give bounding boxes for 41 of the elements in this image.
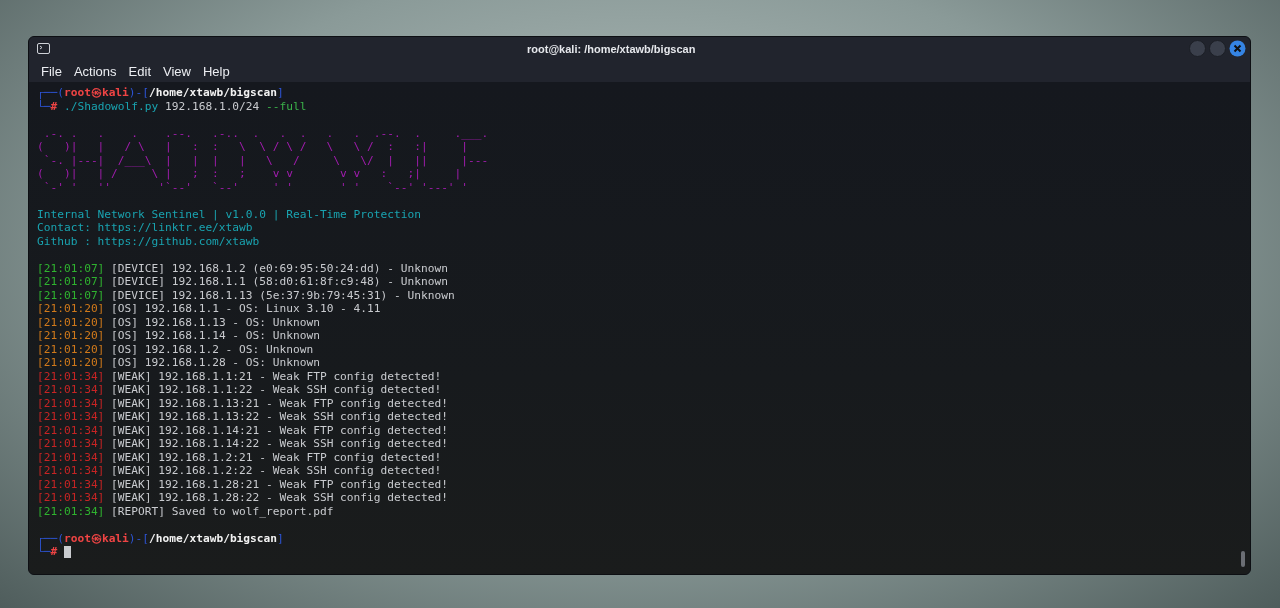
log-line: [21:01:20] [OS] 192.168.1.1 - OS: Linux 3.10 - 4.11: [37, 302, 381, 316]
log-line: [21:01:20] [OS] 192.168.1.2 - OS: Unknown: [37, 342, 314, 356]
menu-item[interactable]: View: [157, 63, 197, 79]
info-line: Internal Network Sentinel | v1.0.0 | Real-Time Protection: [37, 207, 421, 221]
log-line: [21:01:07] [DEVICE] 192.168.1.1 (58:d0:61:8f:c9:48) - Unknown: [37, 275, 448, 289]
info-line: Contact: https://linktr.ee/xtawb: [37, 221, 253, 235]
close-button[interactable]: [1229, 40, 1246, 57]
menu-item[interactable]: File: [35, 63, 68, 79]
prompt-line: ┌──(root㉿kali)-[/home/xtawb/bigscan]: [37, 531, 284, 545]
log-line: [21:01:34] [WEAK] 192.168.1.28:22 - Weak SSH config detected!: [37, 491, 448, 505]
menu-item[interactable]: Actions: [67, 63, 123, 79]
menu-item[interactable]: Help: [196, 63, 236, 79]
ascii-art-line: .-. . . . .--. .-.. . . . . . .--. . .___.: [42, 126, 489, 140]
log-line: [21:01:07] [DEVICE] 192.168.1.2 (e0:69:95:50:24:dd) - Unknown: [37, 261, 448, 275]
log-line: [21:01:34] [WEAK] 192.168.1.13:22 - Weak SSH config detected!: [37, 410, 448, 424]
log-line: [21:01:34] [WEAK] 192.168.1.28:21 - Weak FTP config detected!: [37, 477, 448, 491]
terminal-icon: [37, 43, 50, 54]
log-line: [21:01:34] [WEAK] 192.168.1.13:21 - Weak FTP config detected!: [37, 396, 448, 410]
log-line: [21:01:07] [DEVICE] 192.168.1.13 (5e:37:9b:79:45:31) - Unknown: [37, 288, 455, 302]
log-line: [21:01:20] [OS] 192.168.1.28 - OS: Unknown: [37, 356, 320, 370]
log-line: [21:01:20] [OS] 192.168.1.13 - OS: Unknown: [37, 315, 320, 329]
log-line: [21:01:34] [WEAK] 192.168.1.14:22 - Weak SSH config detected!: [37, 437, 448, 451]
prompt-line: └─# ./Shadowolf.py 192.168.1.0/24 --full: [37, 99, 307, 113]
minimize-button[interactable]: [1189, 40, 1206, 57]
ascii-art-line: `-. |---| /___\ | | | | \ / \ \/ | || |---: [42, 153, 489, 167]
log-line: [21:01:34] [WEAK] 192.168.1.1:22 - Weak SSH config detected!: [37, 383, 442, 397]
log-line: [21:01:20] [OS] 192.168.1.14 - OS: Unknown: [37, 329, 320, 343]
menu-item[interactable]: Edit: [122, 63, 157, 79]
ascii-art-line: ( )| | / \ | : : \ \ / \ / \ \ / : :| |: [37, 140, 469, 154]
prompt-line: ┌──(root㉿kali)-[/home/xtawb/bigscan]: [37, 86, 284, 99]
log-line: [21:01:34] [WEAK] 192.168.1.14:21 - Weak FTP config detected!: [37, 423, 448, 437]
window-title: root@kali: /home/xtawb/bigscan: [527, 42, 696, 55]
scrollbar[interactable]: [1241, 551, 1245, 567]
ascii-art-line: ( )| | / \ | ; : ; v v v v : ;| |: [37, 167, 462, 181]
log-line: [21:01:34] [REPORT] Saved to wolf_report.pdf: [37, 504, 334, 518]
prompt-line: └─#: [37, 545, 72, 559]
log-line: [21:01:34] [WEAK] 192.168.1.1:21 - Weak FTP config detected!: [37, 369, 442, 383]
info-line: Github : https://github.com/xtawb: [37, 234, 260, 248]
ascii-art-line: `-' ' '' '`--' `--' ' ' ' ' `--' '---' ': [42, 180, 469, 194]
log-line: [21:01:34] [WEAK] 192.168.1.2:21 - Weak FTP config detected!: [37, 450, 442, 464]
log-line: [21:01:34] [WEAK] 192.168.1.2:22 - Weak SSH config detected!: [37, 464, 442, 478]
